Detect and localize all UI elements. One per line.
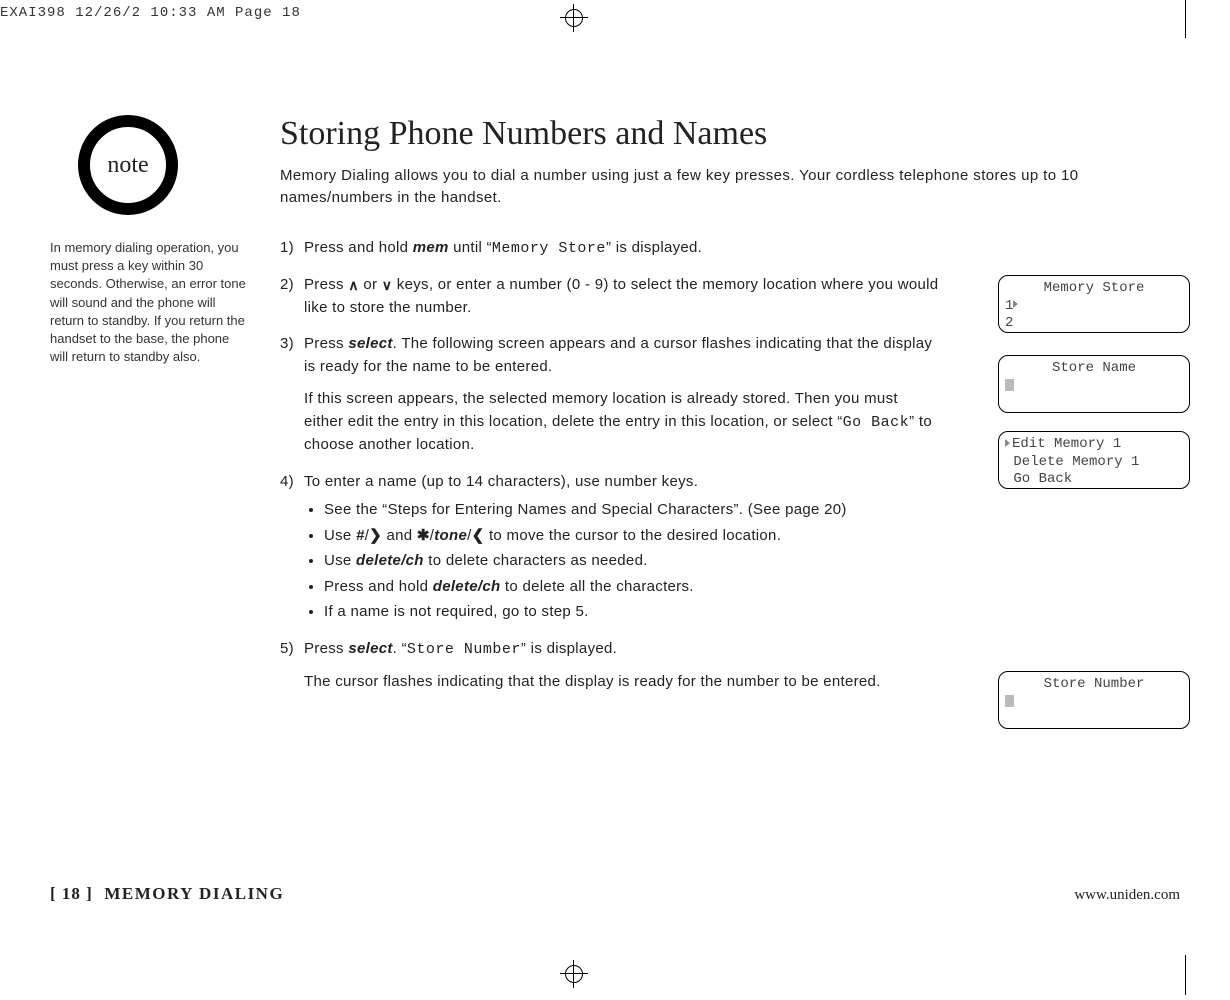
cursor-icon [1005, 379, 1014, 391]
step-4-body: To enter a name (up to 14 characters), u… [304, 471, 940, 494]
cursor-arrow-icon [1013, 300, 1018, 308]
step-5-continuation: The cursor flashes indicating that the d… [304, 671, 940, 694]
step-1-num: 1) [280, 237, 294, 260]
lcd-store-name-cursor-row [1005, 378, 1183, 396]
footer-url: www.uniden.com [1074, 887, 1180, 904]
footer: [ 18 ] MEMORY DIALING www.uniden.com [50, 884, 1180, 904]
right-arrow-icon: ❯ [369, 527, 382, 544]
key-select: select [348, 335, 392, 352]
step-4-bullet-1: See the “Steps for Entering Names and Sp… [324, 499, 940, 522]
lcd-store-number: Store Number [998, 671, 1190, 729]
trim-line-bottom [1185, 955, 1186, 995]
step-3-continuation: If this screen appears, the selected mem… [304, 388, 940, 457]
lcd-edit-memory: Edit Memory 1 Delete Memory 1 Go Back [998, 431, 1190, 489]
step-4-bullet-5: If a name is not required, go to step 5. [324, 601, 940, 624]
star-icon: ✱ [417, 527, 430, 544]
down-caret-icon: ∨ [382, 275, 393, 296]
page-number: [ 18 ] [50, 884, 93, 903]
left-arrow-icon: ❮ [472, 527, 485, 544]
step-4-bullets: See the “Steps for Entering Names and Sp… [304, 499, 940, 624]
lcd-text-go-back: Go Back [843, 414, 910, 431]
section-title: MEMORY DIALING [104, 884, 284, 903]
lcd-memory-store-title: Memory Store [1005, 280, 1183, 298]
step-3-body: Press select. The following screen appea… [304, 333, 940, 378]
step-5: 5) Press select. “Store Number” is displ… [280, 638, 940, 694]
note-column: note In memory dialing operation, you mu… [50, 115, 250, 366]
intro-text: Memory Dialing allows you to dial a numb… [280, 165, 1100, 209]
step-5-num: 5) [280, 638, 294, 661]
step-4-bullet-3: Use delete/ch to delete characters as ne… [324, 550, 940, 573]
registration-mark-top [560, 4, 588, 32]
note-text: In memory dialing operation, you must pr… [50, 239, 250, 366]
lcd-store-name: Store Name [998, 355, 1190, 413]
step-2: 2) Press ∧ or ∨ keys, or enter a number … [280, 274, 940, 319]
step-2-body: Press ∧ or ∨ keys, or enter a number (0 … [304, 274, 940, 319]
lcd-text-memory-store: Memory Store [492, 240, 606, 257]
step-3-num: 3) [280, 333, 294, 356]
step-4-bullet-4: Press and hold delete/ch to delete all t… [324, 576, 940, 599]
cursor-arrow-icon-2 [1005, 439, 1010, 447]
lcd-store-number-cursor-row [1005, 694, 1183, 712]
note-badge-icon: note [78, 115, 178, 215]
trim-line-top [1185, 0, 1186, 38]
page: EXAI398 12/26/2 10:33 AM Page 18 note In… [0, 0, 1230, 1000]
step-1: 1) Press and hold mem until “Memory Stor… [280, 237, 940, 261]
key-mem: mem [413, 239, 449, 256]
lcd-text-store-number: Store Number [407, 641, 521, 658]
step-4: 4) To enter a name (up to 14 characters)… [280, 471, 940, 624]
cursor-icon-2 [1005, 695, 1014, 707]
note-badge-label: note [107, 152, 148, 179]
steps: 1) Press and hold mem until “Memory Stor… [280, 237, 940, 694]
up-caret-icon: ∧ [348, 275, 359, 296]
lcd-memory-store: Memory Store 1 2 [998, 275, 1190, 333]
registration-mark-bottom [560, 960, 588, 988]
main-column: Storing Phone Numbers and Names Memory D… [280, 115, 1180, 708]
lcd-store-number-title: Store Number [1005, 676, 1183, 694]
imposition-header: EXAI398 12/26/2 10:33 AM Page 18 [0, 5, 301, 21]
lcd-edit-memory-row2: Delete Memory 1 [1005, 454, 1183, 472]
step-3: 3) Press select. The following screen ap… [280, 333, 940, 457]
step-5-body: Press select. “Store Number” is displaye… [304, 638, 940, 662]
step-4-num: 4) [280, 471, 294, 494]
lcd-memory-store-row2: 2 [1005, 315, 1183, 333]
step-2-num: 2) [280, 274, 294, 297]
step-1-body: Press and hold mem until “Memory Store” … [304, 237, 940, 261]
page-title: Storing Phone Numbers and Names [280, 115, 1180, 153]
lcd-memory-store-row1: 1 [1005, 298, 1183, 316]
lcd-edit-memory-row3: Go Back [1005, 471, 1183, 489]
key-select-2: select [348, 640, 392, 657]
step-4-bullet-2: Use #/❯ and ✱/tone/❮ to move the cursor … [324, 525, 940, 548]
lcd-store-name-title: Store Name [1005, 360, 1183, 378]
lcd-edit-memory-row1: Edit Memory 1 [1005, 436, 1183, 454]
footer-left: [ 18 ] MEMORY DIALING [50, 884, 284, 904]
